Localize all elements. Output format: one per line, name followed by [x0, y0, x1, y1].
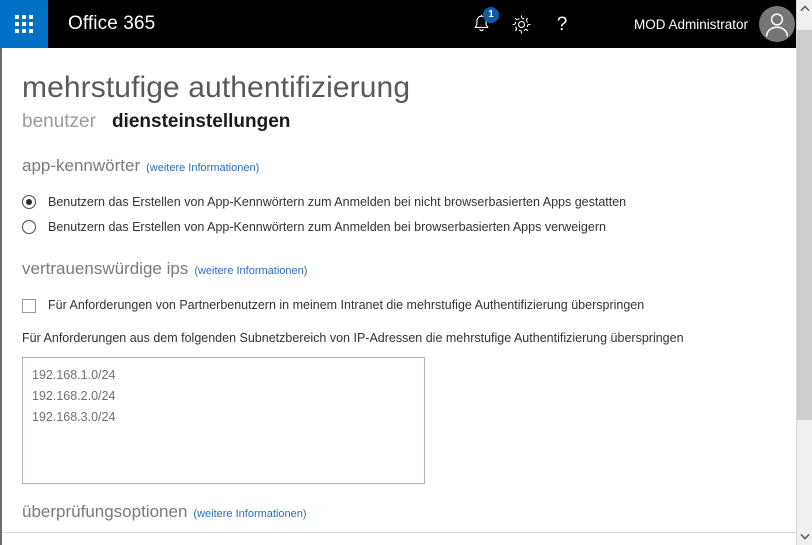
tab-benutzer[interactable]: benutzer [22, 110, 96, 134]
suite-header-bar: Office 365 1 ? MOD Administrator [0, 0, 812, 48]
page-title: mehrstufige authentifizierung [22, 71, 411, 104]
scroll-up-button[interactable] [797, 0, 812, 17]
radio-option-label: Benutzern das Erstellen von App-Kennwört… [48, 219, 606, 234]
notification-badge: 1 [482, 7, 499, 23]
section-header-app-passwords: app-kennwörter (weitere Informationen) [22, 156, 776, 176]
gear-icon [512, 15, 531, 33]
more-info-link-app-passwords[interactable]: (weitere Informationen) [146, 161, 259, 175]
section-title-app-passwords: app-kennwörter [22, 156, 141, 175]
app-password-options: Benutzern das Erstellen von App-Kennwört… [22, 192, 776, 237]
user-avatar-icon [765, 13, 789, 37]
ip-range-field-label: Für Anforderungen aus dem folgenden Subn… [22, 331, 684, 345]
help-button[interactable]: ? [542, 0, 582, 48]
notifications-button[interactable]: 1 [462, 0, 502, 48]
vertical-scrollbar[interactable] [796, 0, 812, 545]
section-title-verification-options: überprüfungsoptionen [22, 502, 188, 521]
radio-button-icon-unselected[interactable] [22, 220, 36, 234]
scroll-thumb[interactable] [797, 30, 812, 420]
section-header-trusted-ips: vertrauenswürdige ips (weitere Informati… [22, 259, 776, 279]
checkbox-label: Für Anforderungen von Partnerbenutzern i… [48, 298, 645, 312]
svg-text:?: ? [557, 14, 568, 35]
tab-diensteinstellungen[interactable]: diensteinstellungen [112, 110, 290, 134]
radio-option-deny-browser[interactable]: Benutzern das Erstellen von App-Kennwört… [22, 217, 776, 237]
chevron-up-icon [800, 5, 810, 12]
suite-header-actions: 1 ? MOD Administrator [462, 0, 812, 48]
section-header-verification-options: überprüfungsoptionen (weitere Informatio… [22, 502, 776, 522]
page-content: mehrstufige authentifizierung benutzer d… [0, 48, 796, 545]
section-title-trusted-ips: vertrauenswürdige ips [22, 259, 189, 278]
ip-range-line: 192.168.2.0/24 [32, 389, 116, 403]
checkbox-row-skip-intranet[interactable]: Für Anforderungen von Partnerbenutzern i… [22, 297, 776, 314]
scroll-track-top[interactable] [797, 17, 812, 30]
user-name-label[interactable]: MOD Administrator [634, 17, 748, 32]
settings-button[interactable] [502, 0, 542, 48]
ip-range-line: 192.168.1.0/24 [32, 368, 116, 382]
app-root: Office 365 1 ? MOD Administrator mehrstu… [0, 0, 812, 545]
ip-range-line: 192.168.3.0/24 [32, 410, 116, 424]
ip-range-textarea[interactable]: 192.168.1.0/24 192.168.2.0/24 192.168.3.… [22, 357, 425, 484]
app-launcher-button[interactable] [0, 0, 48, 48]
page-inner: mehrstufige authentifizierung benutzer d… [2, 48, 796, 545]
more-info-link-trusted-ips[interactable]: (weitere Informationen) [194, 264, 307, 278]
section-divider [2, 532, 796, 533]
radio-option-allow-non-browser[interactable]: Benutzern das Erstellen von App-Kennwört… [22, 192, 776, 212]
question-mark-icon: ? [557, 14, 568, 35]
app-launcher-grid-icon [15, 15, 33, 33]
brand-title[interactable]: Office 365 [68, 13, 155, 35]
avatar[interactable] [759, 6, 795, 42]
radio-option-label: Benutzern das Erstellen von App-Kennwört… [48, 194, 627, 209]
chevron-down-icon [800, 533, 810, 540]
scroll-down-button[interactable] [797, 528, 812, 545]
checkbox-icon-unchecked[interactable] [22, 298, 36, 313]
page-tabs: benutzer diensteinstellungen [22, 110, 776, 134]
radio-button-icon-selected[interactable] [22, 195, 36, 209]
more-info-link-verification-options[interactable]: (weitere Informationen) [193, 507, 306, 521]
